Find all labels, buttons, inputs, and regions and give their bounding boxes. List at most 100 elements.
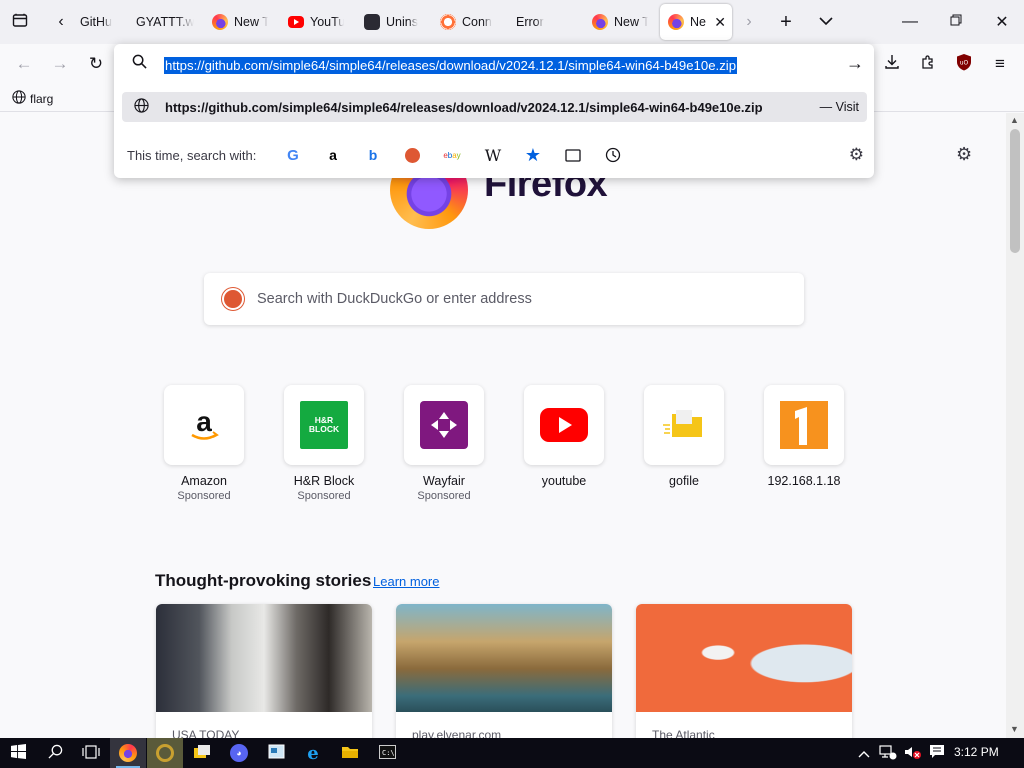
taskbar-discord[interactable]: ◕ <box>221 738 257 768</box>
new-tab-button[interactable]: + <box>772 0 800 44</box>
shortcut-label: youtube <box>541 474 587 488</box>
close-tab-icon[interactable]: ✕ <box>714 14 726 31</box>
taskbar-search-button[interactable] <box>37 738 73 768</box>
tab-github[interactable]: GitHu <box>80 4 120 40</box>
ublock-shield-icon: uO <box>956 53 972 76</box>
extensions-button[interactable] <box>916 52 940 76</box>
restore-button[interactable] <box>936 0 976 44</box>
shortcut-gofile[interactable]: gofile <box>634 385 734 488</box>
tab-label: GitHu <box>80 15 112 29</box>
chevron-right-icon: › <box>746 13 752 30</box>
url-suggestion-row[interactable]: https://github.com/simple64/simple64/rel… <box>122 92 867 122</box>
taskbar-files-app[interactable] <box>184 738 220 768</box>
tab-label: Error <box>516 15 544 29</box>
tab-strip: ‹ GitHu GYATTT.w New T YouTu Unins Conn … <box>0 0 1024 44</box>
folder-icon <box>341 745 359 762</box>
tab-new-tab-active[interactable]: Ne ✕ <box>660 4 732 40</box>
wayfair-logo-icon <box>420 401 468 449</box>
youtube-favicon-icon <box>288 16 304 28</box>
duckduckgo-icon[interactable] <box>401 144 423 166</box>
shortcut-tile[interactable]: H&R BLOCK <box>284 385 364 465</box>
connection-favicon-icon <box>440 14 456 30</box>
history-clock-icon[interactable] <box>602 144 624 166</box>
stories-heading: Thought-provoking stories <box>155 571 372 590</box>
urlbar[interactable]: https://github.com/simple64/simple64/rel… <box>114 44 874 84</box>
urlbar-input[interactable]: https://github.com/simple64/simple64/rel… <box>164 57 738 74</box>
list-all-tabs-button[interactable] <box>812 0 840 44</box>
wikipedia-icon[interactable]: W <box>482 144 504 166</box>
taskbar-firefox[interactable] <box>110 738 146 768</box>
tab-connection[interactable]: Conn <box>440 4 496 40</box>
taskbar-file-explorer[interactable] <box>332 738 368 768</box>
shortcut-hr-block[interactable]: H&R BLOCK H&R Block Sponsored <box>274 385 374 502</box>
downloads-button[interactable] <box>880 52 904 76</box>
gear-icon[interactable]: ⚙ <box>849 145 864 165</box>
amazon-icon[interactable]: a <box>322 144 344 166</box>
taskbar-clock[interactable]: 3:12 PM <box>954 745 999 759</box>
taskbar-command-prompt[interactable]: C:\ <box>369 738 405 768</box>
page-scrollbar[interactable]: ▲ ▼ <box>1006 113 1024 738</box>
shortcut-192-168-1-18[interactable]: 192.168.1.18 <box>754 385 854 488</box>
tab-error[interactable]: Error <box>516 4 572 40</box>
back-button[interactable]: ← <box>12 52 36 76</box>
google-icon[interactable]: G <box>282 144 304 166</box>
youtube-logo-icon <box>540 401 588 449</box>
chevron-down-icon <box>819 13 833 31</box>
story-source: USA TODAY <box>172 728 240 738</box>
tabs-icon[interactable] <box>562 144 584 166</box>
network-status-button[interactable] <box>874 738 902 768</box>
shortcut-youtube[interactable]: youtube <box>514 385 614 488</box>
story-card[interactable]: USA TODAY <box>156 604 372 738</box>
learn-more-link[interactable]: Learn more <box>373 574 439 589</box>
letter-one-logo-icon <box>780 401 828 449</box>
bookmark-flarg[interactable]: flarg <box>12 90 53 107</box>
personalize-gear-icon[interactable]: ⚙ <box>956 144 972 165</box>
firefox-app-icon <box>119 744 137 762</box>
shortcut-tile[interactable] <box>764 385 844 465</box>
bing-icon[interactable]: b <box>362 144 384 166</box>
task-view-button[interactable] <box>73 738 109 768</box>
scroll-tabs-right-button[interactable]: › <box>738 0 760 44</box>
ring-app-icon <box>156 744 174 762</box>
taskbar-app-ring[interactable] <box>147 738 183 768</box>
story-card[interactable]: The Atlantic <box>636 604 852 738</box>
minimize-button[interactable]: — <box>890 0 930 44</box>
scroll-up-icon[interactable]: ▲ <box>1010 115 1019 125</box>
ebay-icon[interactable]: ebay <box>441 144 463 166</box>
app-menu-button[interactable]: ≡ <box>988 52 1012 76</box>
forward-button[interactable]: → <box>48 52 72 76</box>
tab-label: New T <box>614 15 648 29</box>
story-card[interactable]: play.elvenar.com <box>396 604 612 738</box>
taskbar-app-window[interactable] <box>258 738 294 768</box>
shortcut-tile[interactable]: a <box>164 385 244 465</box>
shortcut-tile[interactable] <box>404 385 484 465</box>
scroll-thumb[interactable] <box>1010 129 1020 253</box>
go-arrow-icon[interactable]: → <box>846 53 864 74</box>
shortcut-label: H&R Block <box>293 474 355 488</box>
notifications-button[interactable] <box>922 738 952 768</box>
bookmarks-star-icon[interactable]: ★ <box>522 144 544 166</box>
action-center-icon <box>929 744 945 762</box>
firefox-view-button[interactable] <box>6 0 34 44</box>
tab-new-tab-2[interactable]: New T <box>592 4 648 40</box>
svg-text:C:\: C:\ <box>382 749 395 757</box>
scroll-tabs-left-button[interactable]: ‹ <box>48 0 74 44</box>
reload-button[interactable]: ↻ <box>84 52 108 76</box>
taskbar-internet-explorer[interactable]: e <box>295 738 331 768</box>
shortcut-wayfair[interactable]: Wayfair Sponsored <box>394 385 494 502</box>
tab-youtube[interactable]: YouTu <box>288 4 344 40</box>
shortcut-amazon[interactable]: a Amazon Sponsored <box>154 385 254 502</box>
newtab-search-input[interactable]: Search with DuckDuckGo or enter address <box>204 273 804 325</box>
scroll-down-icon[interactable]: ▼ <box>1010 724 1019 734</box>
urlbar-dropdown: https://github.com/simple64/simple64/rel… <box>114 44 874 178</box>
shortcut-tile[interactable] <box>644 385 724 465</box>
tab-label: YouTu <box>310 15 344 29</box>
close-window-button[interactable]: ✕ <box>982 0 1022 44</box>
ublock-origin-button[interactable]: uO <box>952 52 976 76</box>
tab-new-tab-1[interactable]: New T <box>212 4 268 40</box>
shortcut-tile[interactable] <box>524 385 604 465</box>
tab-gyattt[interactable]: GYATTT.w <box>136 4 194 40</box>
sponsored-label: Sponsored <box>417 490 471 502</box>
start-button[interactable] <box>0 738 36 768</box>
tab-uninstall[interactable]: Unins <box>364 4 420 40</box>
